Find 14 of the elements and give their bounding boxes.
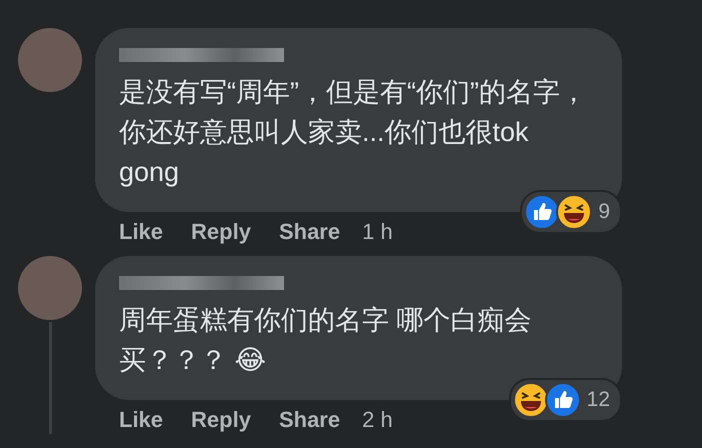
comment-action-link[interactable]: Share	[278, 219, 340, 245]
comment-text: 周年蛋糕有你们的名字 哪个白痴会买？？？ 😂	[119, 304, 533, 377]
comment-time[interactable]: 2 h	[362, 407, 393, 433]
comment-action-link[interactable]: Share	[278, 407, 340, 433]
comment-action-link[interactable]: Like	[119, 219, 164, 245]
reaction-count: 12	[586, 388, 610, 412]
comment-action-link[interactable]: Reply	[191, 219, 251, 245]
reaction-summary[interactable]: 9	[522, 192, 620, 232]
comment-time[interactable]: 1 h	[362, 219, 393, 245]
reaction-count: 9	[598, 200, 610, 224]
reaction-summary[interactable]: 12	[510, 380, 620, 420]
comment-action-link[interactable]: Reply	[191, 407, 251, 433]
comment-text: 是没有写“周年”，但是有“你们”的名字，你还好意思叫人家卖...你们也很tok gong	[119, 76, 588, 189]
comment-action-link[interactable]: Like	[119, 407, 164, 433]
